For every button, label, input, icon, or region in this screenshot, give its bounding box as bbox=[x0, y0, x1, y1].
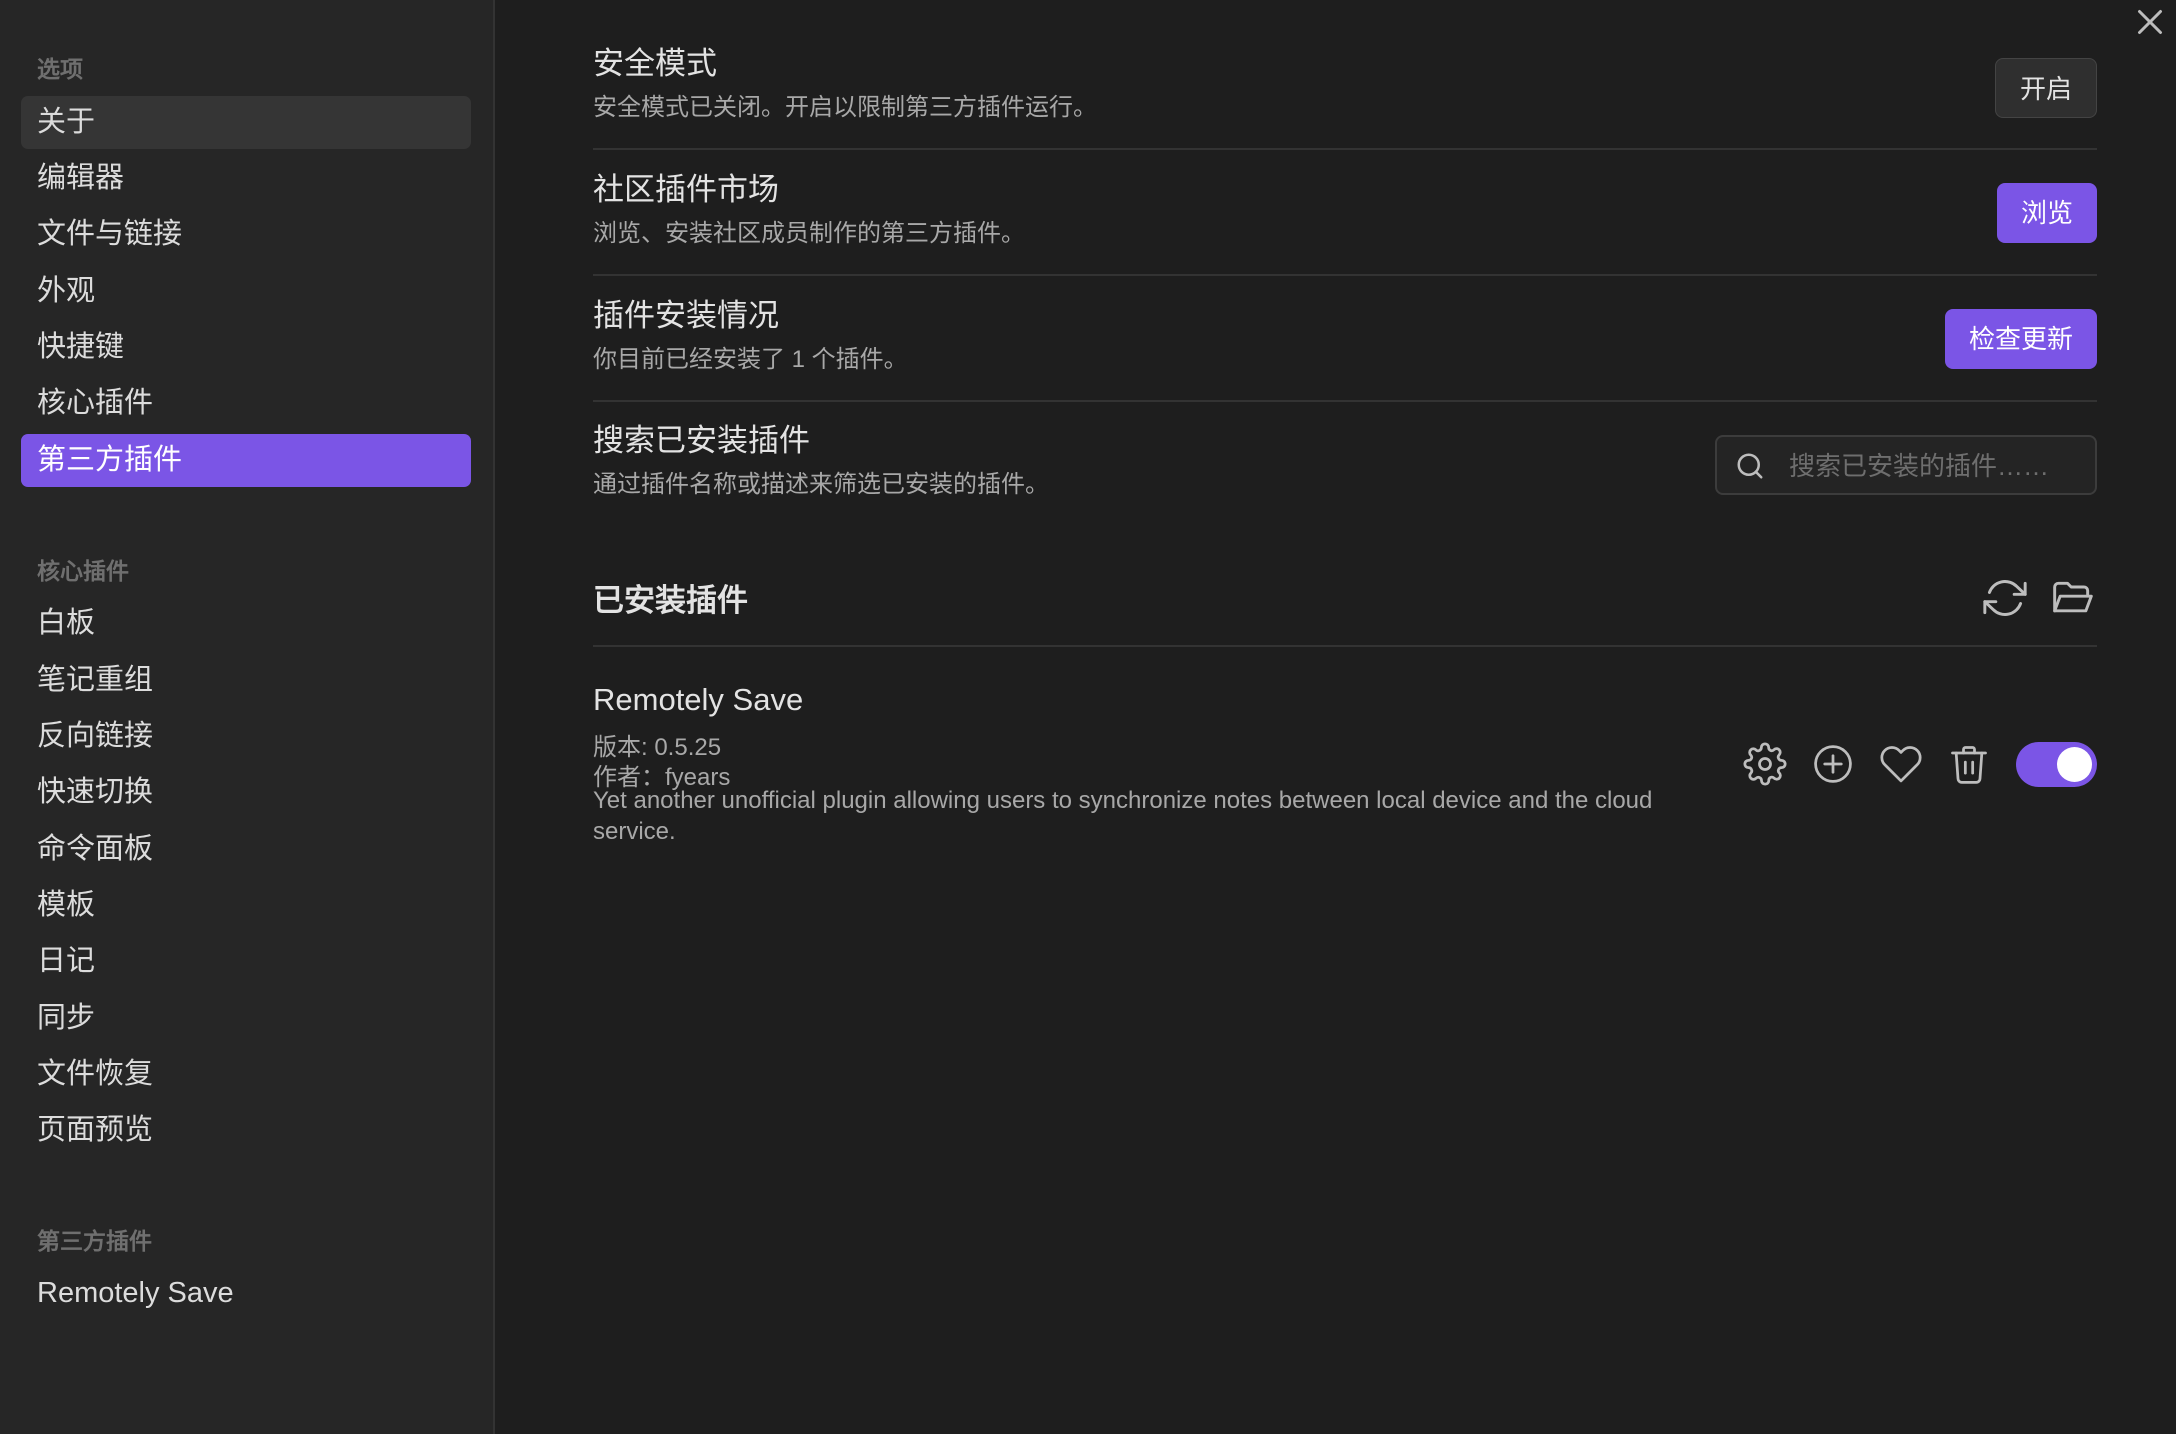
plugin-description: Yet another unofficial plugin allowing u… bbox=[593, 787, 1653, 845]
sidebar-item-page-preview[interactable]: 页面预览 bbox=[21, 1104, 471, 1157]
sidebar-item-community-plugins[interactable]: 第三方插件 bbox=[21, 434, 471, 487]
check-updates-button[interactable]: 检查更新 bbox=[1944, 309, 2097, 369]
plugin-uninstall-button[interactable] bbox=[1947, 742, 1991, 786]
sidebar-heading-community-plugins: 第三方插件 bbox=[37, 1228, 152, 1254]
toggle-knob bbox=[2057, 747, 2092, 782]
setting-search-plugins: 搜索已安装插件 通过插件名称或描述来筛选已安装的插件。 bbox=[593, 401, 2097, 527]
setting-plugin-status: 插件安装情况 你目前已经安装了 1 个插件。 检查更新 bbox=[593, 276, 2097, 402]
refresh-icon bbox=[1983, 580, 2027, 616]
installed-plugins-title: 已安装插件 bbox=[593, 583, 748, 618]
sidebar-item-file-recovery[interactable]: 文件恢复 bbox=[21, 1048, 471, 1101]
sidebar-item-files-links[interactable]: 文件与链接 bbox=[21, 208, 471, 261]
installed-plugins-header: 已安装插件 bbox=[593, 555, 2097, 647]
sidebar-item-core-plugins[interactable]: 核心插件 bbox=[21, 377, 471, 430]
plugin-item-remotely-save: Remotely Save 版本: 0.5.25 作者：fyears Yet a… bbox=[593, 675, 2097, 855]
plugin-name: Remotely Save bbox=[593, 682, 804, 717]
close-icon bbox=[2138, 10, 2162, 34]
reload-plugins-button[interactable] bbox=[1983, 576, 2027, 620]
heart-icon bbox=[1880, 746, 1922, 783]
sidebar-item-remotely-save[interactable]: Remotely Save bbox=[21, 1267, 471, 1320]
sidebar-item-daily-notes[interactable]: 日记 bbox=[21, 935, 471, 988]
setting-description: 浏览、安装社区成员制作的第三方插件。 bbox=[593, 220, 1025, 247]
settings-content: 安全模式 安全模式已关闭。开启以限制第三方插件运行。 开启 社区插件市场 浏览、… bbox=[593, 0, 2097, 1434]
gear-icon bbox=[1743, 742, 1787, 786]
setting-title: 社区插件市场 bbox=[593, 172, 779, 207]
plugin-options-button[interactable] bbox=[1743, 742, 1787, 786]
plugin-enable-toggle[interactable] bbox=[2016, 742, 2097, 787]
setting-description: 你目前已经安装了 1 个插件。 bbox=[593, 346, 908, 373]
sidebar-item-hotkeys[interactable]: 快捷键 bbox=[21, 321, 471, 374]
sidebar-item-canvas[interactable]: 白板 bbox=[21, 597, 471, 650]
sidebar-item-templates[interactable]: 模板 bbox=[21, 879, 471, 932]
sidebar-item-appearance[interactable]: 外观 bbox=[21, 265, 471, 318]
sidebar-item-sync[interactable]: 同步 bbox=[21, 992, 471, 1045]
sidebar-item-note-composer[interactable]: 笔记重组 bbox=[21, 654, 471, 707]
sidebar-item-backlinks[interactable]: 反向链接 bbox=[21, 710, 471, 763]
setting-safe-mode: 安全模式 安全模式已关闭。开启以限制第三方插件运行。 开启 bbox=[593, 24, 2097, 150]
plugin-hotkeys-button[interactable] bbox=[1811, 742, 1855, 786]
sidebar-item-quick-switcher[interactable]: 快速切换 bbox=[21, 766, 471, 819]
setting-description: 安全模式已关闭。开启以限制第三方插件运行。 bbox=[593, 94, 1097, 121]
plus-circle-icon bbox=[1814, 745, 1852, 783]
search-installed-plugins-input[interactable] bbox=[1787, 437, 2081, 495]
settings-sidebar: 选项 关于 编辑器 文件与链接 外观 快捷键 核心插件 第三方插件 核心插件 白… bbox=[0, 0, 495, 1434]
folder-open-icon bbox=[2053, 581, 2093, 613]
sidebar-heading-options: 选项 bbox=[37, 56, 83, 82]
setting-title: 插件安装情况 bbox=[593, 298, 779, 333]
plugin-donate-button[interactable] bbox=[1879, 742, 1923, 786]
sidebar-heading-core-plugins: 核心插件 bbox=[37, 558, 129, 584]
open-plugins-folder-button[interactable] bbox=[2051, 576, 2095, 620]
setting-community-market: 社区插件市场 浏览、安装社区成员制作的第三方插件。 浏览 bbox=[593, 150, 2097, 276]
close-settings-button[interactable] bbox=[2132, 4, 2168, 40]
setting-title: 搜索已安装插件 bbox=[593, 423, 810, 458]
setting-description: 通过插件名称或描述来筛选已安装的插件。 bbox=[593, 471, 1049, 498]
setting-title: 安全模式 bbox=[593, 46, 717, 81]
sidebar-item-editor[interactable]: 编辑器 bbox=[21, 152, 471, 205]
browse-plugins-button[interactable]: 浏览 bbox=[1996, 183, 2097, 243]
trash-icon bbox=[1951, 746, 1987, 784]
search-icon bbox=[1737, 453, 1763, 479]
sidebar-item-command-palette[interactable]: 命令面板 bbox=[21, 823, 471, 876]
turn-on-safe-mode-button[interactable]: 开启 bbox=[1994, 58, 2097, 118]
search-box[interactable] bbox=[1715, 435, 2097, 495]
sidebar-item-about[interactable]: 关于 bbox=[21, 96, 471, 149]
